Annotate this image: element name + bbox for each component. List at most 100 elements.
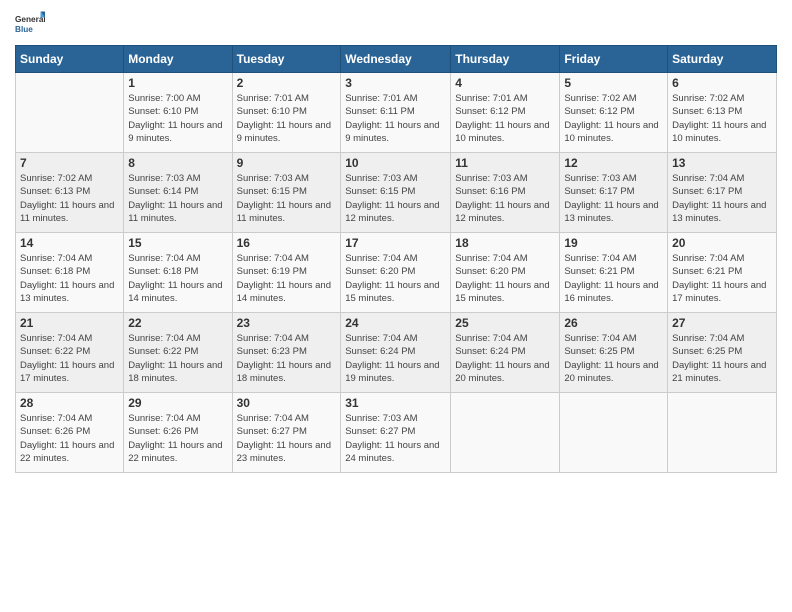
- day-info: Sunrise: 7:04 AMSunset: 6:21 PMDaylight:…: [672, 252, 772, 305]
- calendar-cell: 28 Sunrise: 7:04 AMSunset: 6:26 PMDayligh…: [16, 393, 124, 473]
- calendar-cell: 26 Sunrise: 7:04 AMSunset: 6:25 PMDayligh…: [560, 313, 668, 393]
- day-number: 11: [455, 156, 555, 170]
- calendar-week-row: 7 Sunrise: 7:02 AMSunset: 6:13 PMDaylight…: [16, 153, 777, 233]
- day-info: Sunrise: 7:04 AMSunset: 6:25 PMDaylight:…: [564, 332, 663, 385]
- calendar-cell: [560, 393, 668, 473]
- day-number: 21: [20, 316, 119, 330]
- day-info: Sunrise: 7:04 AMSunset: 6:27 PMDaylight:…: [237, 412, 337, 465]
- calendar-week-row: 14 Sunrise: 7:04 AMSunset: 6:18 PMDayligh…: [16, 233, 777, 313]
- day-info: Sunrise: 7:04 AMSunset: 6:20 PMDaylight:…: [455, 252, 555, 305]
- page-header: General Blue: [15, 10, 777, 40]
- day-info: Sunrise: 7:04 AMSunset: 6:19 PMDaylight:…: [237, 252, 337, 305]
- day-number: 28: [20, 396, 119, 410]
- day-info: Sunrise: 7:00 AMSunset: 6:10 PMDaylight:…: [128, 92, 227, 145]
- day-number: 26: [564, 316, 663, 330]
- calendar-cell: 29 Sunrise: 7:04 AMSunset: 6:26 PMDayligh…: [124, 393, 232, 473]
- day-info: Sunrise: 7:04 AMSunset: 6:20 PMDaylight:…: [345, 252, 446, 305]
- calendar-cell: 4 Sunrise: 7:01 AMSunset: 6:12 PMDaylight…: [451, 73, 560, 153]
- calendar-cell: [451, 393, 560, 473]
- calendar-cell: 14Sunrise: 7:04 AMSunset: 6:18 PMDayligh…: [16, 233, 124, 313]
- day-number: 31: [345, 396, 446, 410]
- weekday-header-monday: Monday: [124, 46, 232, 73]
- day-number: 7: [20, 156, 119, 170]
- calendar-cell: 8Sunrise: 7:03 AMSunset: 6:14 PMDaylight…: [124, 153, 232, 233]
- day-info: Sunrise: 7:02 AMSunset: 6:12 PMDaylight:…: [564, 92, 663, 145]
- calendar-cell: 1Sunrise: 7:00 AMSunset: 6:10 PMDaylight…: [124, 73, 232, 153]
- day-number: 15: [128, 236, 227, 250]
- calendar-cell: 16 Sunrise: 7:04 AMSunset: 6:19 PMDayligh…: [232, 233, 341, 313]
- day-number: 4: [455, 76, 555, 90]
- weekday-header-row: SundayMondayTuesdayWednesdayThursdayFrid…: [16, 46, 777, 73]
- day-info: Sunrise: 7:04 AMSunset: 6:26 PMDaylight:…: [128, 412, 227, 465]
- calendar-cell: 15 Sunrise: 7:04 AMSunset: 6:18 PMDayligh…: [124, 233, 232, 313]
- day-number: 27: [672, 316, 772, 330]
- calendar-cell: 18 Sunrise: 7:04 AMSunset: 6:20 PMDayligh…: [451, 233, 560, 313]
- day-number: 23: [237, 316, 337, 330]
- day-number: 14: [20, 236, 119, 250]
- calendar-cell: 25 Sunrise: 7:04 AMSunset: 6:24 PMDayligh…: [451, 313, 560, 393]
- calendar-cell: 21 Sunrise: 7:04 AMSunset: 6:22 PMDayligh…: [16, 313, 124, 393]
- logo: General Blue: [15, 10, 45, 40]
- weekday-header-thursday: Thursday: [451, 46, 560, 73]
- calendar-cell: 23Sunrise: 7:04 AMSunset: 6:23 PMDayligh…: [232, 313, 341, 393]
- calendar-cell: 9Sunrise: 7:03 AMSunset: 6:15 PMDaylight…: [232, 153, 341, 233]
- day-info: Sunrise: 7:03 AMSunset: 6:15 PMDaylight:…: [345, 172, 446, 225]
- day-number: 3: [345, 76, 446, 90]
- day-number: 16: [237, 236, 337, 250]
- day-info: Sunrise: 7:04 AMSunset: 6:26 PMDaylight:…: [20, 412, 119, 465]
- day-number: 18: [455, 236, 555, 250]
- day-info: Sunrise: 7:04 AMSunset: 6:22 PMDaylight:…: [20, 332, 119, 385]
- day-info: Sunrise: 7:03 AMSunset: 6:16 PMDaylight:…: [455, 172, 555, 225]
- calendar-table: SundayMondayTuesdayWednesdayThursdayFrid…: [15, 45, 777, 473]
- day-info: Sunrise: 7:02 AMSunset: 6:13 PMDaylight:…: [672, 92, 772, 145]
- calendar-cell: 30 Sunrise: 7:04 AMSunset: 6:27 PMDayligh…: [232, 393, 341, 473]
- day-number: 13: [672, 156, 772, 170]
- calendar-cell: 13 Sunrise: 7:04 AMSunset: 6:17 PMDayligh…: [668, 153, 777, 233]
- calendar-cell: 22Sunrise: 7:04 AMSunset: 6:22 PMDayligh…: [124, 313, 232, 393]
- calendar-cell: 10 Sunrise: 7:03 AMSunset: 6:15 PMDayligh…: [341, 153, 451, 233]
- day-number: 9: [237, 156, 337, 170]
- weekday-header-tuesday: Tuesday: [232, 46, 341, 73]
- calendar-cell: 6 Sunrise: 7:02 AMSunset: 6:13 PMDaylight…: [668, 73, 777, 153]
- day-info: Sunrise: 7:02 AMSunset: 6:13 PMDaylight:…: [20, 172, 119, 225]
- calendar-cell: 5 Sunrise: 7:02 AMSunset: 6:12 PMDaylight…: [560, 73, 668, 153]
- calendar-cell: 17 Sunrise: 7:04 AMSunset: 6:20 PMDayligh…: [341, 233, 451, 313]
- calendar-cell: [668, 393, 777, 473]
- day-number: 19: [564, 236, 663, 250]
- day-number: 5: [564, 76, 663, 90]
- calendar-cell: [16, 73, 124, 153]
- day-info: Sunrise: 7:04 AMSunset: 6:22 PMDaylight:…: [128, 332, 227, 385]
- day-number: 30: [237, 396, 337, 410]
- day-number: 25: [455, 316, 555, 330]
- day-number: 6: [672, 76, 772, 90]
- calendar-cell: 24Sunrise: 7:04 AMSunset: 6:24 PMDayligh…: [341, 313, 451, 393]
- day-info: Sunrise: 7:04 AMSunset: 6:18 PMDaylight:…: [128, 252, 227, 305]
- weekday-header-saturday: Saturday: [668, 46, 777, 73]
- day-number: 20: [672, 236, 772, 250]
- day-info: Sunrise: 7:04 AMSunset: 6:24 PMDaylight:…: [455, 332, 555, 385]
- day-info: Sunrise: 7:04 AMSunset: 6:24 PMDaylight:…: [345, 332, 446, 385]
- day-info: Sunrise: 7:01 AMSunset: 6:10 PMDaylight:…: [237, 92, 337, 145]
- calendar-cell: 11 Sunrise: 7:03 AMSunset: 6:16 PMDayligh…: [451, 153, 560, 233]
- calendar-cell: 2 Sunrise: 7:01 AMSunset: 6:10 PMDaylight…: [232, 73, 341, 153]
- day-info: Sunrise: 7:04 AMSunset: 6:17 PMDaylight:…: [672, 172, 772, 225]
- calendar-cell: 12Sunrise: 7:03 AMSunset: 6:17 PMDayligh…: [560, 153, 668, 233]
- day-number: 29: [128, 396, 227, 410]
- calendar-cell: 7 Sunrise: 7:02 AMSunset: 6:13 PMDaylight…: [16, 153, 124, 233]
- weekday-header-friday: Friday: [560, 46, 668, 73]
- svg-text:Blue: Blue: [15, 25, 33, 34]
- day-info: Sunrise: 7:04 AMSunset: 6:25 PMDaylight:…: [672, 332, 772, 385]
- day-info: Sunrise: 7:03 AMSunset: 6:14 PMDaylight:…: [128, 172, 227, 225]
- weekday-header-sunday: Sunday: [16, 46, 124, 73]
- calendar-week-row: 1Sunrise: 7:00 AMSunset: 6:10 PMDaylight…: [16, 73, 777, 153]
- day-number: 10: [345, 156, 446, 170]
- logo-icon: General Blue: [15, 10, 45, 40]
- day-info: Sunrise: 7:03 AMSunset: 6:17 PMDaylight:…: [564, 172, 663, 225]
- calendar-cell: 31Sunrise: 7:03 AMSunset: 6:27 PMDayligh…: [341, 393, 451, 473]
- day-number: 2: [237, 76, 337, 90]
- day-info: Sunrise: 7:01 AMSunset: 6:12 PMDaylight:…: [455, 92, 555, 145]
- calendar-week-row: 21 Sunrise: 7:04 AMSunset: 6:22 PMDayligh…: [16, 313, 777, 393]
- calendar-cell: 20 Sunrise: 7:04 AMSunset: 6:21 PMDayligh…: [668, 233, 777, 313]
- day-number: 17: [345, 236, 446, 250]
- day-info: Sunrise: 7:04 AMSunset: 6:21 PMDaylight:…: [564, 252, 663, 305]
